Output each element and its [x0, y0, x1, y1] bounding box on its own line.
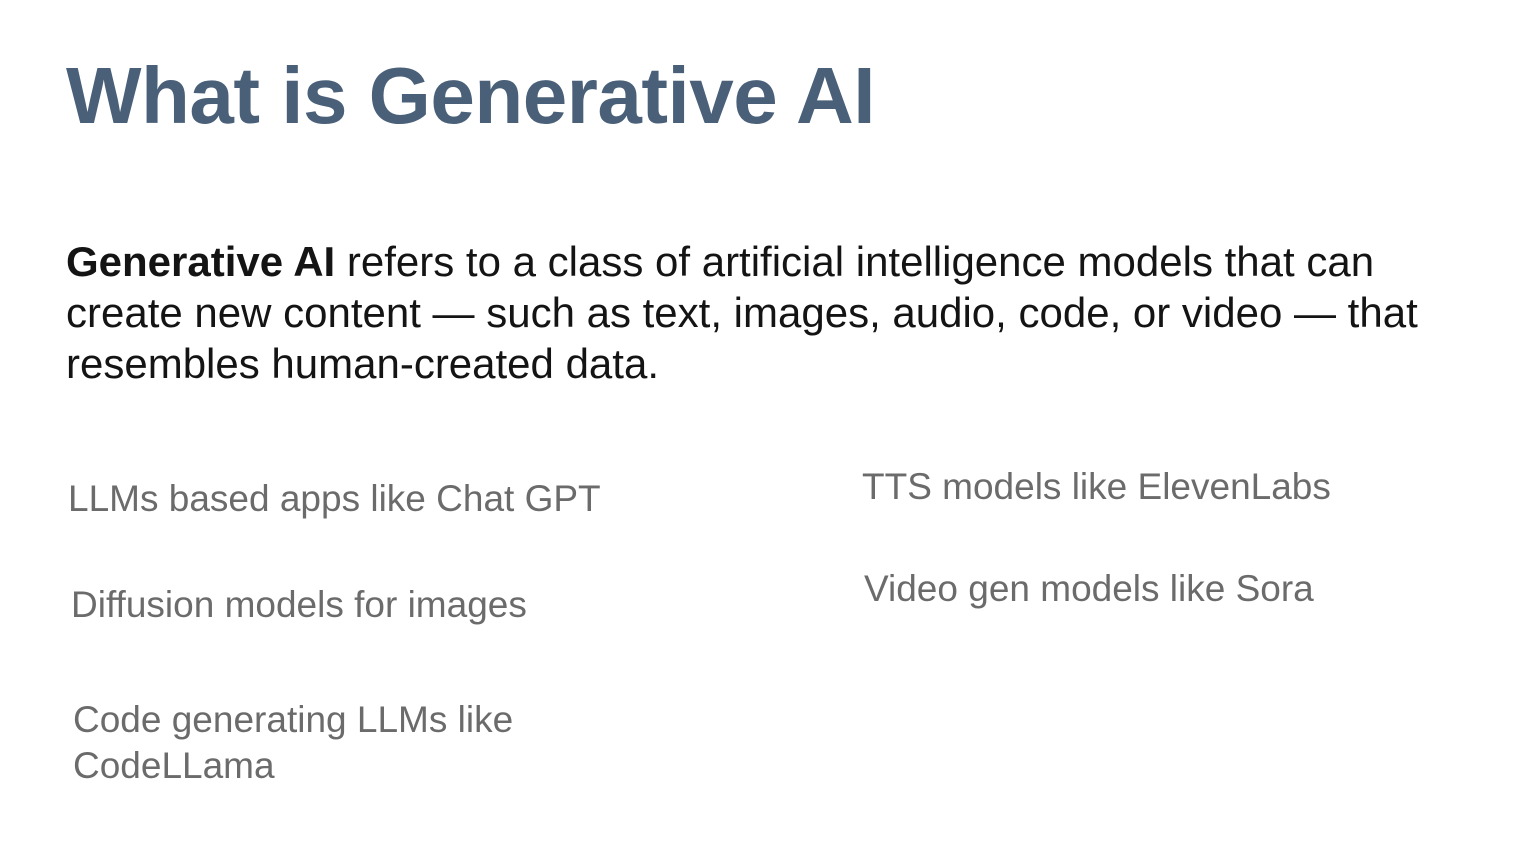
- example-llm-apps: LLMs based apps like Chat GPT: [68, 478, 601, 519]
- definition-paragraph: Generative AI refers to a class of artif…: [66, 236, 1426, 389]
- example-tts-models: TTS models like ElevenLabs: [862, 466, 1331, 507]
- slide: What is Generative AI Generative AI refe…: [0, 0, 1536, 864]
- example-diffusion-models: Diffusion models for images: [71, 584, 527, 625]
- definition-term: Generative AI: [66, 238, 336, 285]
- slide-title: What is Generative AI: [66, 51, 876, 140]
- example-video-gen-models: Video gen models like Sora: [864, 568, 1314, 609]
- example-code-llms: Code generating LLMs like CodeLLama: [73, 699, 514, 786]
